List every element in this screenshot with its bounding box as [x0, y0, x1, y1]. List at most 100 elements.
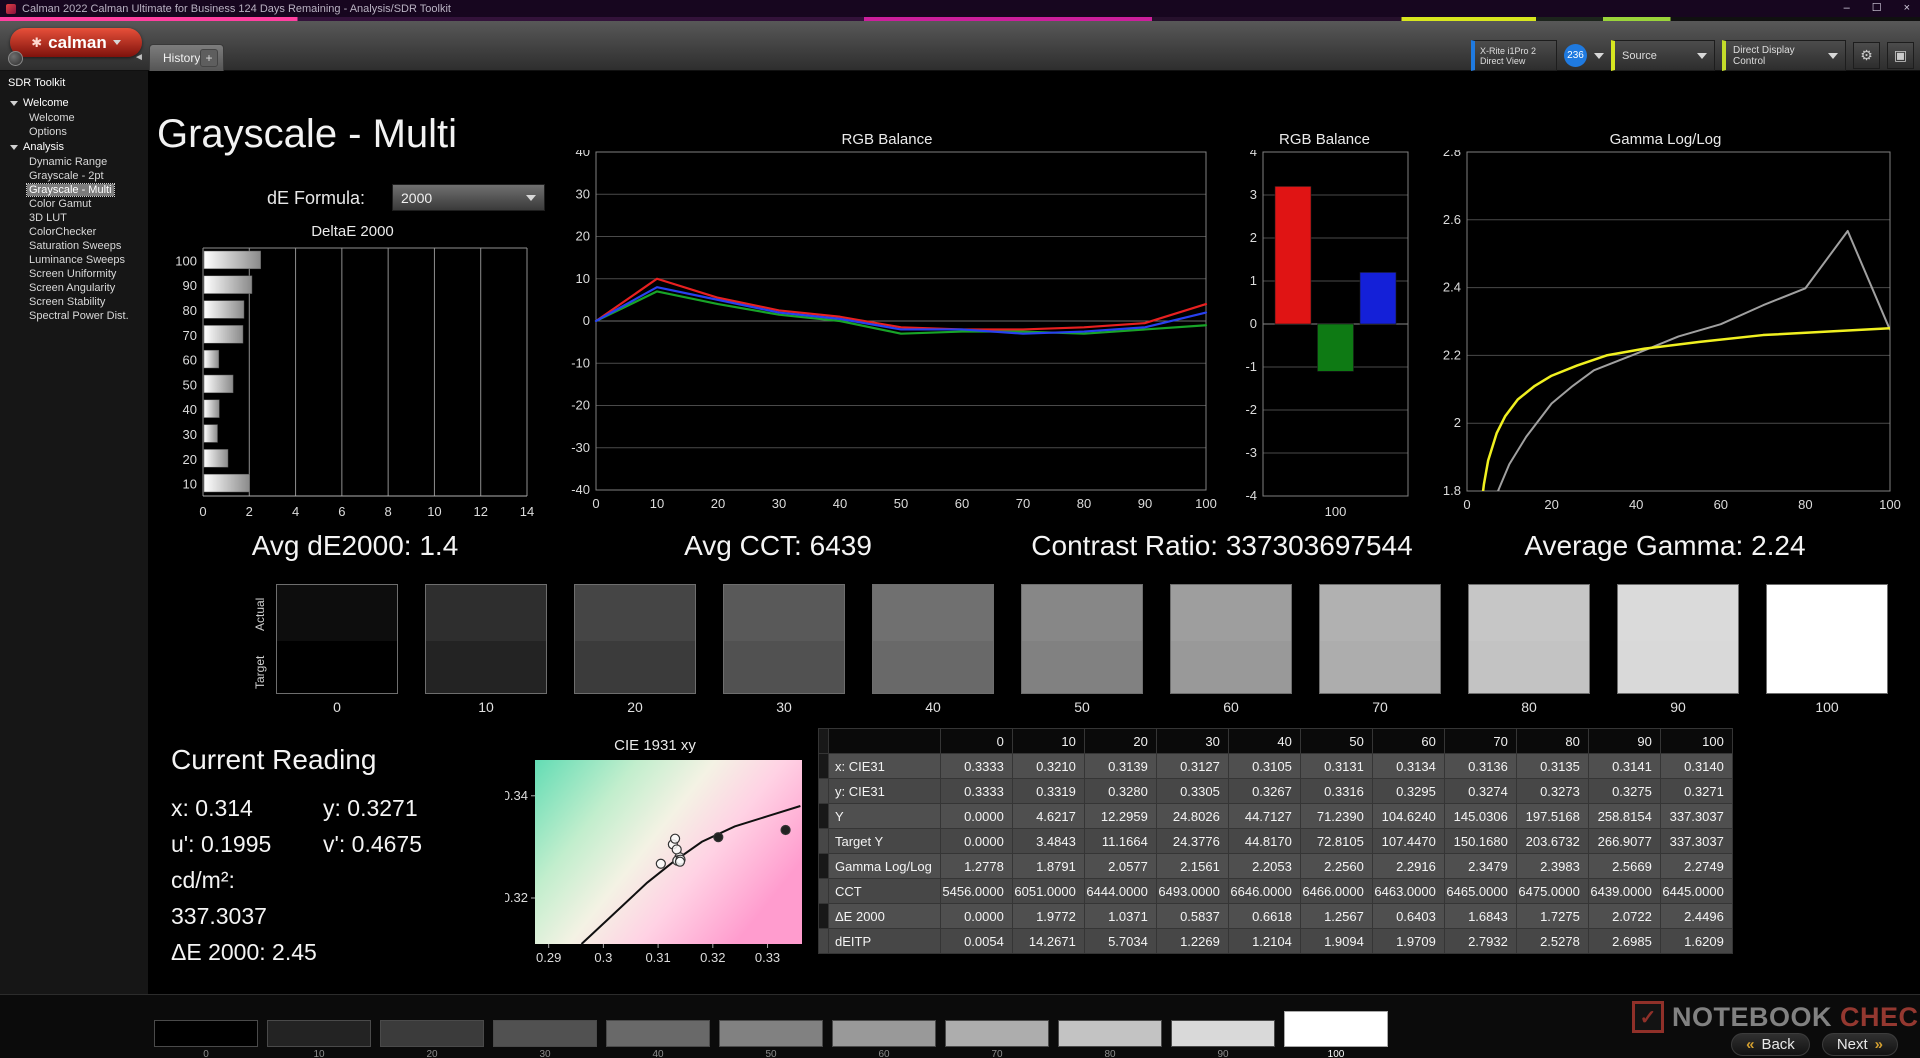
meter-dropdown-icon[interactable]: [1594, 53, 1604, 59]
pattern-swatch-40[interactable]: [606, 1020, 710, 1047]
de-formula-value: 2000: [401, 190, 432, 206]
sidebar-item-options[interactable]: Options: [0, 125, 148, 139]
sidebar-item-saturation-sweeps[interactable]: Saturation Sweeps: [0, 239, 148, 253]
svg-text:50: 50: [183, 377, 197, 392]
svg-text:90: 90: [183, 278, 197, 293]
pattern-swatch-70[interactable]: [945, 1020, 1049, 1047]
de-formula-select[interactable]: 2000: [392, 184, 545, 211]
svg-text:100: 100: [1325, 504, 1347, 519]
svg-text:10: 10: [650, 496, 664, 511]
add-tab-button[interactable]: +: [200, 49, 218, 67]
tree-group-analysis[interactable]: Analysis: [0, 139, 148, 155]
sidebar-item-welcome[interactable]: Welcome: [0, 111, 148, 125]
table-row-e-2000: ΔE 20000.00001.97721.03710.58370.66181.2…: [819, 904, 1733, 929]
tree-group-welcome[interactable]: Welcome: [0, 95, 148, 111]
gear-icon: ⚙: [1860, 47, 1873, 64]
svg-text:100: 100: [175, 253, 197, 268]
actual-half: [1618, 585, 1738, 641]
workspace-toggle-button[interactable]: [8, 51, 23, 66]
sidebar-item-grayscale-multi[interactable]: Grayscale - Multi: [0, 183, 148, 197]
table-cell: 1.9772: [1012, 904, 1084, 929]
sidebar-item-luminance-sweeps[interactable]: Luminance Sweeps: [0, 253, 148, 267]
pattern-swatch-20[interactable]: [380, 1020, 484, 1047]
svg-text:0.32: 0.32: [505, 890, 528, 905]
display-settings-button[interactable]: ▣: [1887, 42, 1914, 69]
table-cell: 2.3983: [1516, 854, 1588, 879]
table-cell: 0.3319: [1012, 779, 1084, 804]
cie-chart: CIE 1931 xy 0.290.30.310.320.330.340.32: [505, 736, 805, 973]
pattern-swatch-50[interactable]: [719, 1020, 823, 1047]
pattern-swatch-0[interactable]: [154, 1020, 258, 1047]
pattern-swatch-30[interactable]: [493, 1020, 597, 1047]
sidebar-item-dynamic-range[interactable]: Dynamic Range: [0, 155, 148, 169]
reading-v: v': 0.4675: [323, 826, 422, 862]
table-gutter: [819, 929, 829, 954]
pattern-level-label: 10: [313, 1049, 324, 1058]
pattern-swatch-90[interactable]: [1171, 1020, 1275, 1047]
sidebar-item-label: Grayscale - 2pt: [27, 170, 106, 182]
table-cell: 1.6843: [1444, 904, 1516, 929]
svg-text:2.4: 2.4: [1443, 280, 1461, 295]
svg-text:50: 50: [894, 496, 908, 511]
pattern-level-label: 60: [878, 1049, 889, 1058]
table-cell: 0.3333: [940, 754, 1012, 779]
sidebar-item-color-gamut[interactable]: Color Gamut: [0, 197, 148, 211]
table-cell: 6051.0000: [1012, 879, 1084, 904]
table-cell: 0.3316: [1300, 779, 1372, 804]
calman-menu-button[interactable]: ✱ calman: [10, 28, 142, 57]
swatch-column-40: 40: [872, 584, 994, 715]
row-label: y: CIE31: [829, 779, 941, 804]
sidebar-item-screen-uniformity[interactable]: Screen Uniformity: [0, 267, 148, 281]
display-control-dropdown[interactable]: Direct Display Control: [1722, 40, 1846, 71]
avg-de2000-stat: Avg dE2000: 1.4: [155, 530, 555, 566]
row-label: CCT: [829, 879, 941, 904]
row-label: Gamma Log/Log: [829, 854, 941, 879]
next-button[interactable]: Next »: [1822, 1033, 1898, 1056]
sidebar-item-3d-lut[interactable]: 3D LUT: [0, 211, 148, 225]
patch-level-label: 60: [1223, 699, 1239, 715]
sidebar-item-screen-angularity[interactable]: Screen Angularity: [0, 281, 148, 295]
sidebar-item-grayscale-2pt[interactable]: Grayscale - 2pt: [0, 169, 148, 183]
table-cell: 197.5168: [1516, 804, 1588, 829]
svg-text:40: 40: [183, 402, 197, 417]
table-col-header-30: 30: [1156, 729, 1228, 754]
close-icon[interactable]: ×: [1904, 0, 1910, 17]
meter-button[interactable]: X-Rite i1Pro 2 Direct View: [1471, 40, 1557, 71]
table-cell: 71.2390: [1300, 804, 1372, 829]
maximize-icon[interactable]: ☐: [1872, 0, 1882, 17]
settings-button[interactable]: ⚙: [1853, 42, 1880, 69]
pattern-level-30: 30: [492, 1020, 598, 1058]
swatch-column-60: 60: [1170, 584, 1292, 715]
table-cell: 2.2916: [1372, 854, 1444, 879]
svg-text:30: 30: [183, 427, 197, 442]
table-col-header-50: 50: [1300, 729, 1372, 754]
pattern-swatch-80[interactable]: [1058, 1020, 1162, 1047]
patch-level-label: 0: [333, 699, 341, 715]
table-col-header-90: 90: [1588, 729, 1660, 754]
contrast-ratio-stat: Contrast Ratio: 337303697544: [972, 530, 1472, 566]
sidebar-item-colorchecker[interactable]: ColorChecker: [0, 225, 148, 239]
pattern-level-label: 100: [1328, 1049, 1345, 1058]
collapse-sidebar-icon[interactable]: ◄: [134, 52, 144, 63]
row-label: dEITP: [829, 929, 941, 954]
svg-text:20: 20: [576, 229, 590, 244]
sidebar-item-spectral-power-dist[interactable]: Spectral Power Dist.: [0, 309, 148, 323]
back-button[interactable]: « Back: [1731, 1033, 1810, 1056]
pattern-swatch-100[interactable]: [1284, 1011, 1388, 1047]
table-cell: 0.6403: [1372, 904, 1444, 929]
source-dropdown[interactable]: Source: [1611, 40, 1715, 71]
grayscale-patch-20: [574, 584, 696, 694]
minimize-icon[interactable]: –: [1844, 0, 1850, 17]
svg-text:30: 30: [576, 186, 590, 201]
meter-count-badge: 236: [1564, 44, 1587, 67]
deltae-chart: DeltaE 2000 0246810121410090807060504030…: [170, 222, 535, 527]
svg-text:4: 4: [292, 504, 299, 519]
pattern-swatch-60[interactable]: [832, 1020, 936, 1047]
svg-text:0.31: 0.31: [645, 950, 670, 965]
svg-text:40: 40: [833, 496, 847, 511]
table-cell: 6475.0000: [1516, 879, 1588, 904]
swatch-row: 0102030405060708090100: [276, 584, 1915, 715]
svg-text:0: 0: [1463, 497, 1470, 512]
sidebar-item-screen-stability[interactable]: Screen Stability: [0, 295, 148, 309]
pattern-swatch-10[interactable]: [267, 1020, 371, 1047]
